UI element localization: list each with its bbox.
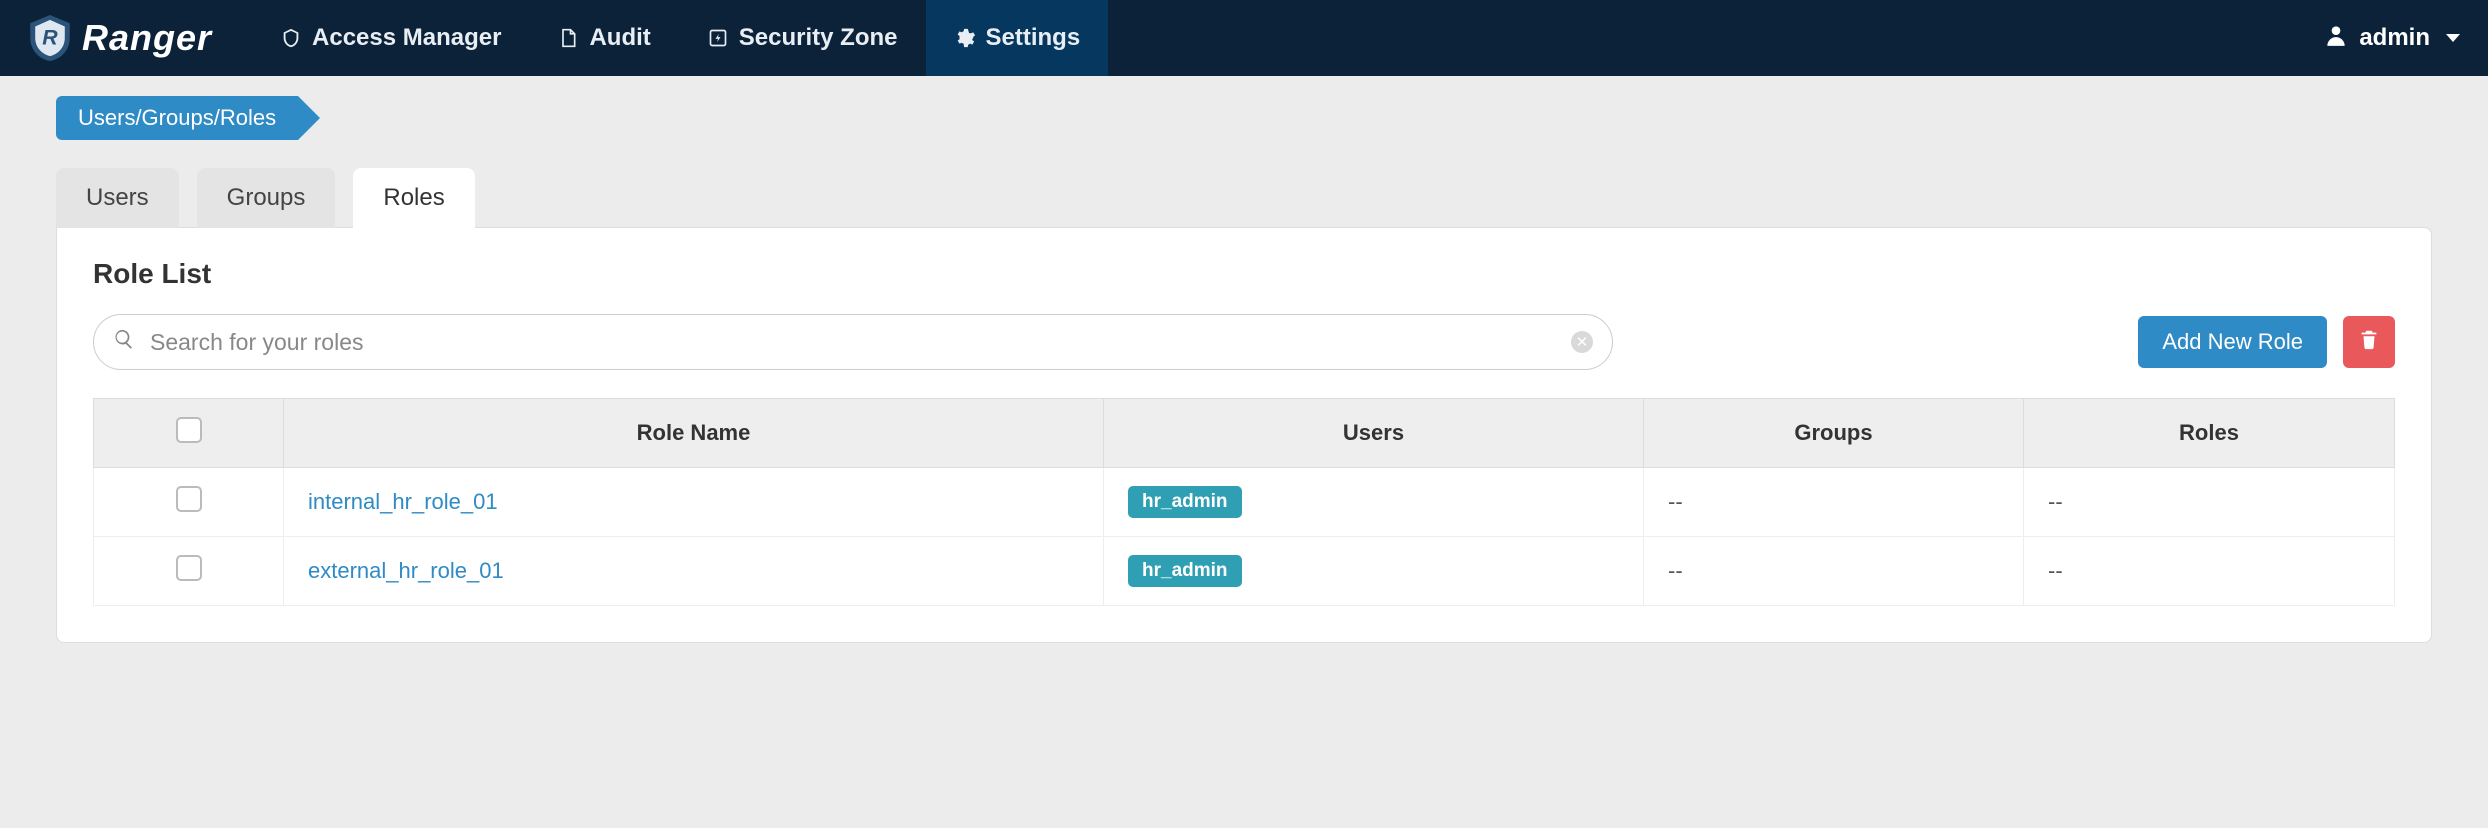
delete-button[interactable] bbox=[2343, 316, 2395, 368]
role-table: Role Name Users Groups Roles internal_hr… bbox=[93, 398, 2395, 606]
nav-item-label: Settings bbox=[986, 24, 1081, 52]
toolbar: ✕ Add New Role bbox=[93, 314, 2395, 370]
user-badge[interactable]: hr_admin bbox=[1128, 486, 1242, 518]
user-menu[interactable]: admin bbox=[2323, 22, 2460, 55]
search-input[interactable] bbox=[93, 314, 1613, 370]
content: Users/Groups/Roles Users Groups Roles Ro… bbox=[0, 76, 2488, 683]
column-header-role-name[interactable]: Role Name bbox=[284, 399, 1104, 468]
tabs: Users Groups Roles bbox=[56, 168, 2432, 228]
trash-icon bbox=[2358, 328, 2380, 356]
groups-cell: -- bbox=[1668, 558, 1683, 583]
nav-item-access-manager[interactable]: Access Manager bbox=[252, 0, 529, 76]
tab-users[interactable]: Users bbox=[56, 168, 179, 228]
column-header-groups[interactable]: Groups bbox=[1644, 399, 2024, 468]
roles-panel: Role List ✕ Add New Role bbox=[56, 227, 2432, 643]
roles-cell: -- bbox=[2048, 489, 2063, 514]
breadcrumb-label: Users/Groups/Roles bbox=[78, 105, 276, 131]
tab-label: Users bbox=[86, 184, 149, 211]
nav-item-label: Access Manager bbox=[312, 24, 501, 52]
nav-items: Access Manager Audit Security Zone Setti… bbox=[252, 0, 1108, 76]
table-row: external_hr_role_01 hr_admin -- -- bbox=[94, 537, 2395, 606]
top-navbar: R Ranger Access Manager Audit Security Z… bbox=[0, 0, 2488, 76]
user-name: admin bbox=[2359, 24, 2430, 52]
tab-groups[interactable]: Groups bbox=[197, 168, 336, 228]
table-row: internal_hr_role_01 hr_admin -- -- bbox=[94, 468, 2395, 537]
shield-icon bbox=[280, 27, 302, 49]
row-checkbox[interactable] bbox=[176, 555, 202, 581]
ranger-logo-icon: R bbox=[28, 13, 72, 63]
column-header-select bbox=[94, 399, 284, 468]
breadcrumb-row: Users/Groups/Roles bbox=[56, 96, 2432, 140]
user-badge[interactable]: hr_admin bbox=[1128, 555, 1242, 587]
add-new-role-button[interactable]: Add New Role bbox=[2138, 316, 2327, 368]
nav-item-label: Security Zone bbox=[739, 24, 898, 52]
nav-item-label: Audit bbox=[589, 24, 650, 52]
role-name-link[interactable]: external_hr_role_01 bbox=[308, 558, 504, 583]
brand[interactable]: R Ranger bbox=[28, 13, 212, 63]
tab-roles[interactable]: Roles bbox=[353, 168, 474, 228]
svg-text:R: R bbox=[42, 26, 58, 50]
chevron-down-icon bbox=[2446, 34, 2460, 42]
column-header-users[interactable]: Users bbox=[1104, 399, 1644, 468]
gear-icon bbox=[954, 27, 976, 49]
roles-cell: -- bbox=[2048, 558, 2063, 583]
column-header-roles[interactable]: Roles bbox=[2024, 399, 2395, 468]
row-checkbox[interactable] bbox=[176, 486, 202, 512]
clear-icon[interactable]: ✕ bbox=[1571, 331, 1593, 353]
tab-label: Roles bbox=[383, 184, 444, 211]
nav-item-audit[interactable]: Audit bbox=[529, 0, 678, 76]
bolt-icon bbox=[707, 27, 729, 49]
add-new-role-label: Add New Role bbox=[2162, 329, 2303, 355]
search-wrap: ✕ bbox=[93, 314, 1613, 370]
groups-cell: -- bbox=[1668, 489, 1683, 514]
tab-label: Groups bbox=[227, 184, 306, 211]
panel-title: Role List bbox=[93, 258, 2395, 290]
nav-item-security-zone[interactable]: Security Zone bbox=[679, 0, 926, 76]
select-all-checkbox[interactable] bbox=[176, 417, 202, 443]
file-icon bbox=[557, 27, 579, 49]
breadcrumb[interactable]: Users/Groups/Roles bbox=[56, 96, 298, 140]
search-icon bbox=[113, 328, 135, 356]
nav-item-settings[interactable]: Settings bbox=[926, 0, 1109, 76]
role-name-link[interactable]: internal_hr_role_01 bbox=[308, 489, 498, 514]
user-icon bbox=[2323, 22, 2349, 55]
brand-name: Ranger bbox=[82, 17, 212, 59]
